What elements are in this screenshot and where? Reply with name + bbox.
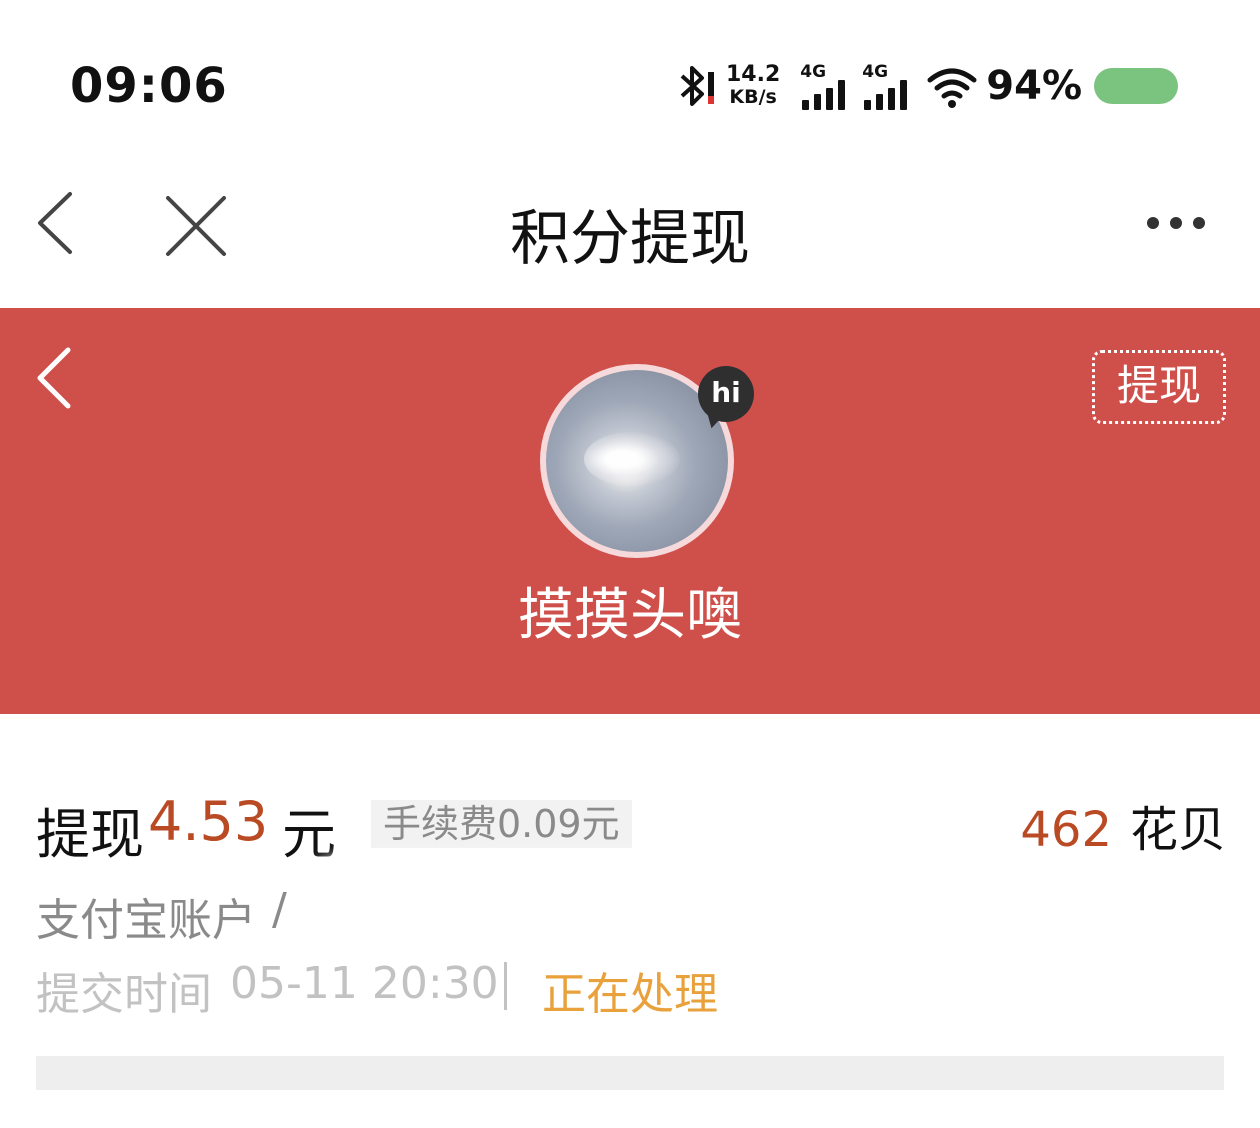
profile-header: 提现 hi 摸摸头噢 <box>0 308 1260 714</box>
submit-time: 05-11 20:30 <box>230 958 499 1009</box>
sim1-network-tag: 4G <box>800 62 827 82</box>
network-speed-unit: KB/s <box>729 86 777 108</box>
submit-time-label: 提交时间 <box>36 969 212 1020</box>
points-value: 462 <box>1020 802 1112 858</box>
wifi-icon <box>927 68 977 108</box>
withdraw-label: 提现 <box>36 803 144 866</box>
battery-icon <box>1094 68 1179 104</box>
network-speed: 14.2 KB/s <box>726 62 781 109</box>
withdraw-unit: 元 <box>282 803 336 866</box>
fee-tag: 手续费0.09元 <box>371 800 632 848</box>
signal-icon-2: 4G <box>862 62 910 110</box>
sim2-network-tag: 4G <box>862 62 889 82</box>
separator-strip <box>36 1056 1224 1090</box>
withdraw-button[interactable]: 提现 <box>1092 350 1226 424</box>
points-unit: 花贝 <box>1129 802 1226 858</box>
battery-percent: 94% <box>986 63 1083 109</box>
network-speed-value: 14.2 <box>726 62 781 87</box>
bluetooth-icon <box>680 66 714 106</box>
withdraw-page: 09:06 14.2 KB/s 4G 4G 94% 积分提现 提现 hi 摸摸头… <box>0 0 1260 1128</box>
withdraw-amount: 4.53 <box>148 790 269 853</box>
status-icons: 14.2 KB/s 4G 4G 94% <box>676 60 1179 112</box>
page-title: 积分提现 <box>510 204 750 274</box>
submit-row: 提交时间 05-11 20:30 正在处理 <box>36 958 1226 1020</box>
divider <box>504 962 507 1010</box>
account-label: 支付宝账户 <box>36 895 256 946</box>
clock: 09:06 <box>70 58 228 114</box>
account-separator: / <box>272 884 287 935</box>
account-row: 支付宝账户 / <box>36 866 1226 946</box>
username: 摸摸头噢 <box>518 583 742 648</box>
nav-bar: 积分提现 <box>0 150 1260 308</box>
points-cost: 462 花贝 <box>1020 790 1226 860</box>
redacted-account-number <box>308 866 874 938</box>
more-icon[interactable] <box>1144 214 1208 232</box>
record-summary-row: 提现 4.53 元 手续费0.09元 462 花贝 <box>36 790 1226 866</box>
hi-badge: hi <box>698 366 754 422</box>
status-badge: 正在处理 <box>542 969 718 1020</box>
header-back-icon[interactable] <box>34 346 74 410</box>
signal-icon: 4G <box>800 62 848 110</box>
status-bar: 09:06 14.2 KB/s 4G 4G 94% <box>0 0 1260 150</box>
avatar-image <box>584 432 680 486</box>
